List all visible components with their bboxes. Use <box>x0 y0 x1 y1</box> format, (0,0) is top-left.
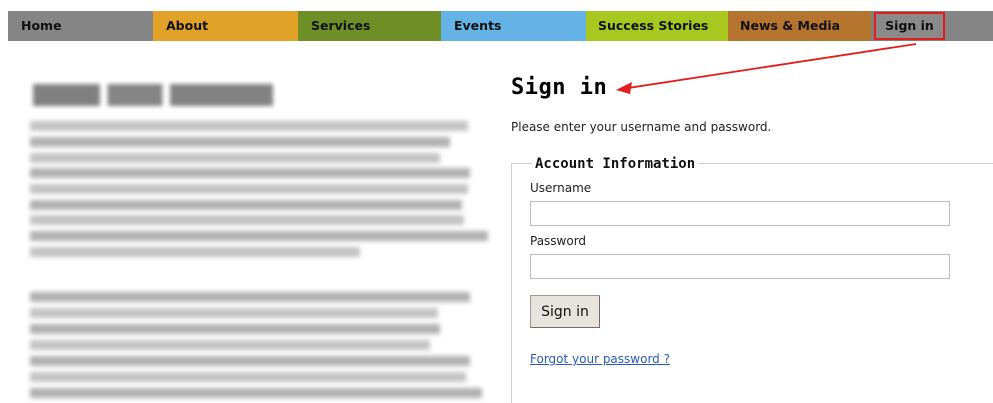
nav-item-success-stories[interactable]: Success Stories <box>586 11 728 41</box>
username-input[interactable] <box>530 201 950 226</box>
nav-item-sign-in[interactable]: Sign in <box>874 12 945 40</box>
blurred-heading <box>33 84 273 106</box>
sign-in-button[interactable]: Sign in <box>530 295 600 328</box>
intro-text: Please enter your username and password. <box>511 120 772 134</box>
page-title: Sign in <box>511 75 608 100</box>
main-nav: Home About Services Events Success Stori… <box>8 11 993 41</box>
nav-item-services[interactable]: Services <box>298 11 441 41</box>
forgot-password-link[interactable]: Forgot your password ? <box>530 352 670 366</box>
password-label: Password <box>530 234 587 248</box>
account-fieldset <box>511 163 993 403</box>
account-legend: Account Information <box>532 156 699 172</box>
nav-item-home[interactable]: Home <box>8 11 153 41</box>
username-label: Username <box>530 181 592 195</box>
nav-filler <box>945 11 993 41</box>
nav-item-events[interactable]: Events <box>441 11 586 41</box>
password-input[interactable] <box>530 254 950 279</box>
nav-item-about[interactable]: About <box>153 11 298 41</box>
nav-item-news-media[interactable]: News & Media <box>728 11 871 41</box>
